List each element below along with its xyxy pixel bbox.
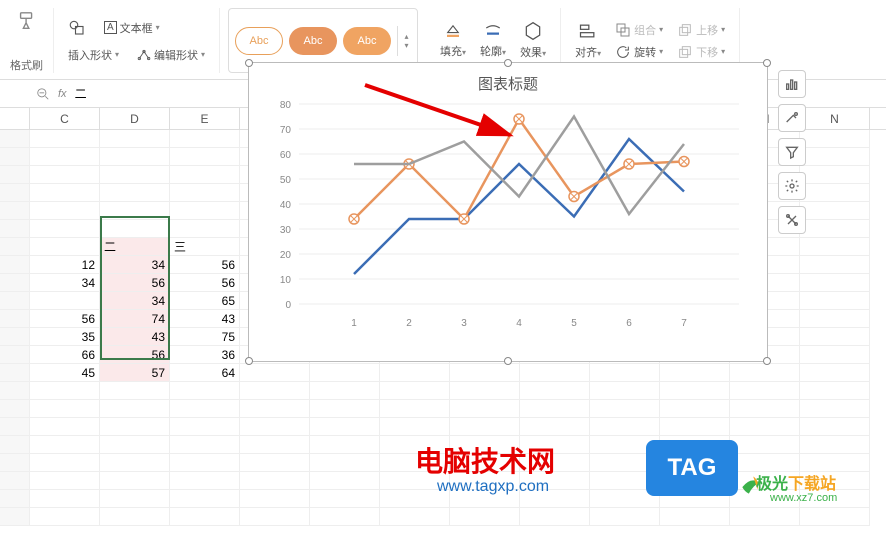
shape-styles-more[interactable]: ▴▾ [397, 26, 411, 56]
resize-handle[interactable] [763, 357, 771, 365]
svg-text:7: 7 [681, 318, 687, 329]
effects-icon [523, 21, 543, 41]
chart-styles-button[interactable] [778, 104, 806, 132]
chevron-down-icon: ▾ [156, 23, 160, 32]
edit-shape-button[interactable]: 编辑形状 ▾ [133, 45, 209, 65]
svg-text:0: 0 [285, 300, 291, 311]
move-down-icon [677, 44, 693, 60]
svg-text:40: 40 [280, 200, 292, 211]
format-painter-icon [14, 8, 40, 34]
fill-icon [443, 22, 463, 40]
chart-settings-button[interactable] [778, 172, 806, 200]
chart-plot-area[interactable]: 0 10 20 30 40 50 60 70 80 1 2 3 4 5 6 7 [249, 94, 769, 354]
svg-text:30: 30 [280, 225, 292, 236]
format-painter-label: 格式刷 [10, 57, 43, 73]
insert-shape-button[interactable] [64, 17, 90, 39]
shape-style-1[interactable]: Abc [235, 27, 283, 55]
column-header[interactable]: N [800, 108, 870, 129]
svg-text:3: 3 [461, 318, 467, 329]
svg-text:4: 4 [516, 318, 522, 329]
rotate-icon [615, 44, 631, 60]
svg-text:70: 70 [280, 125, 292, 136]
align-button[interactable]: 对齐▾ [571, 19, 605, 62]
shape-style-3[interactable]: Abc [343, 27, 391, 55]
zoom-out-icon[interactable] [36, 87, 50, 101]
insert-shape-dropdown[interactable]: 插入形状 ▾ [64, 45, 123, 65]
chevron-down-icon: ▾ [115, 50, 119, 59]
svg-text:6: 6 [626, 318, 632, 329]
move-down-button[interactable]: 下移▾ [673, 42, 729, 62]
watermark-site1-url: www.tagxp.com [437, 478, 549, 496]
corner-cell[interactable] [0, 108, 30, 129]
shape-group: A 文本框 ▾ 插入形状 ▾ 编辑形状 ▾ [54, 8, 220, 73]
resize-handle[interactable] [245, 357, 253, 365]
watermark-site1: 电脑技术网 [415, 440, 555, 480]
svg-text:50: 50 [280, 175, 292, 186]
chart-elements-button[interactable] [778, 70, 806, 98]
svg-text:20: 20 [280, 250, 292, 261]
chart-object[interactable]: 图表标题 0 10 20 30 40 50 60 70 80 1 2 3 4 5 6 7 [248, 62, 768, 362]
outline-button[interactable]: 轮廓▾ [476, 20, 510, 61]
shapes-icon [68, 19, 86, 37]
column-header[interactable]: C [30, 108, 100, 129]
move-up-icon [677, 22, 693, 38]
chart-filter-button[interactable] [778, 138, 806, 166]
chart-title[interactable]: 图表标题 [249, 73, 767, 94]
move-up-button[interactable]: 上移▾ [673, 20, 729, 40]
shape-style-2[interactable]: Abc [289, 27, 337, 55]
svg-text:80: 80 [280, 100, 292, 111]
group-icon [615, 22, 631, 38]
chevron-down-icon: ▾ [201, 50, 205, 59]
fx-icon[interactable]: fx [58, 88, 67, 100]
edit-nodes-icon [137, 48, 151, 62]
resize-handle[interactable] [763, 59, 771, 67]
effects-button[interactable]: 效果▾ [516, 19, 550, 62]
text-box-button[interactable]: A 文本框 ▾ [100, 17, 164, 39]
svg-text:5: 5 [571, 318, 577, 329]
resize-handle[interactable] [245, 59, 253, 67]
watermark-site2: 极光下载站 [756, 470, 836, 494]
svg-text:1: 1 [351, 318, 357, 329]
column-header[interactable]: D [100, 108, 170, 129]
outline-icon [483, 22, 503, 40]
align-icon [578, 21, 598, 41]
chart-side-buttons [778, 70, 806, 234]
fill-button[interactable]: 填充▾ [436, 20, 470, 61]
resize-handle[interactable] [504, 59, 512, 67]
svg-text:10: 10 [280, 275, 292, 286]
watermark-site2-url: www.xz7.com [770, 492, 837, 504]
rotate-button[interactable]: 旋转▾ [611, 42, 667, 62]
column-header[interactable]: E [170, 108, 240, 129]
group-button[interactable]: 组合▾ [611, 20, 667, 40]
svg-text:60: 60 [280, 150, 292, 161]
format-painter-group[interactable]: 格式刷 [0, 8, 54, 73]
chart-tools-button[interactable] [778, 206, 806, 234]
text-box-icon: A [104, 21, 117, 34]
tag-badge: TAG [646, 440, 738, 496]
svg-text:2: 2 [406, 318, 412, 329]
resize-handle[interactable] [504, 357, 512, 365]
